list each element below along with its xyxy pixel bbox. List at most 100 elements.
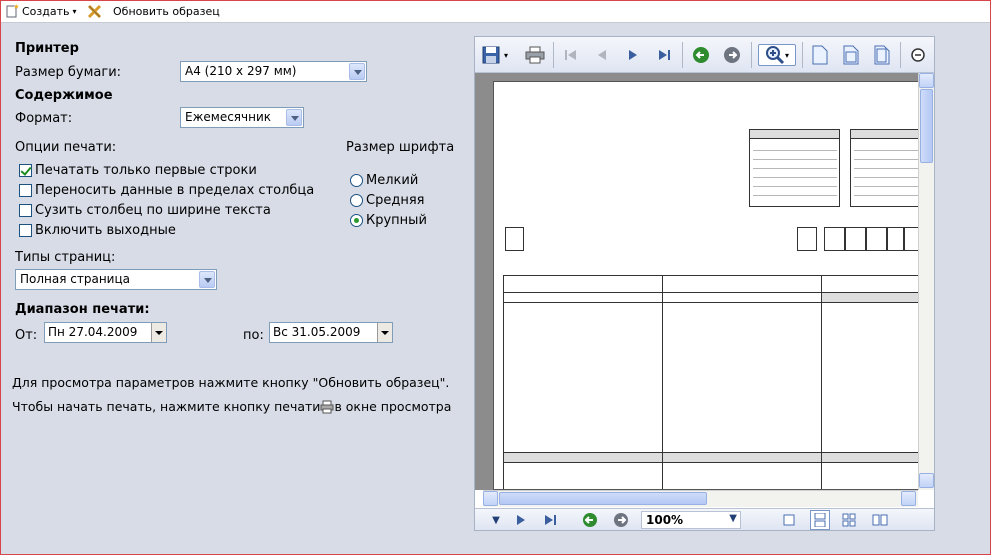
from-label: От: <box>15 328 38 343</box>
last-page-button[interactable] <box>653 44 675 66</box>
previous-page-button[interactable] <box>591 44 613 66</box>
printer-icon <box>320 400 334 413</box>
chevron-down-icon: ▾ <box>72 6 77 16</box>
content-heading: Содержимое <box>15 88 113 103</box>
horizontal-scroll-thumb[interactable] <box>499 492 707 505</box>
paper-size-value: А4 (210 x 297 мм) <box>185 64 297 78</box>
chevron-down-icon[interactable] <box>286 109 302 126</box>
first-page-icon <box>565 50 576 60</box>
format-select[interactable]: Ежемесячник <box>180 107 304 128</box>
font-size-label: Размер шрифта <box>346 140 455 155</box>
first-rows-checkbox[interactable] <box>19 164 32 177</box>
font-large-label: Крупный <box>366 213 427 228</box>
font-small-radio[interactable] <box>350 174 363 187</box>
zoom-level-select[interactable]: 100% ▼ <box>641 511 741 529</box>
mini-calendar-2 <box>850 129 919 207</box>
refresh-preview-button[interactable]: Обновить образец <box>87 4 220 19</box>
last-page-icon <box>659 50 670 60</box>
grid-header-cell <box>503 275 663 293</box>
forward-arrow-icon <box>724 47 740 63</box>
from-date-picker[interactable]: Пн 27.04.2009 <box>44 322 167 343</box>
save-menu-chevron[interactable]: ▾ <box>501 44 511 66</box>
create-button-label: Создать <box>22 4 70 18</box>
from-date-value: Пн 27.04.2009 <box>48 325 138 339</box>
chevron-down-icon: ▾ <box>503 50 508 60</box>
font-small-label: Мелкий <box>366 173 419 188</box>
hint-refresh: Для просмотра параметров нажмите кнопку … <box>12 375 450 390</box>
scroll-left-button[interactable] <box>483 491 498 506</box>
hint-print-part2: в окне просмотра <box>334 399 452 414</box>
preview-page <box>493 81 920 490</box>
whole-page-button[interactable] <box>871 44 893 66</box>
horizontal-scrollbar[interactable] <box>483 490 918 507</box>
paper-size-select[interactable]: А4 (210 x 297 мм) <box>180 61 367 82</box>
format-value: Ежемесячник <box>185 110 272 124</box>
page-width-button[interactable] <box>840 44 862 66</box>
first-page-button[interactable] <box>560 44 582 66</box>
chevron-down-icon: ▾ <box>784 50 789 60</box>
zoom-out-button[interactable] <box>907 44 929 66</box>
preview-canvas[interactable] <box>475 73 934 490</box>
zoom-button[interactable]: ▾ <box>758 44 796 66</box>
page-types-value: Полная страница <box>20 272 130 286</box>
next-page-icon <box>629 50 637 60</box>
printer-heading: Принтер <box>15 41 79 56</box>
next-page-button[interactable] <box>622 44 644 66</box>
minus-circle-icon <box>911 48 925 62</box>
format-label: Формат: <box>15 111 73 126</box>
forward-button[interactable] <box>721 44 743 66</box>
wrap-data-checkbox[interactable] <box>19 184 32 197</box>
shrink-column-checkbox[interactable] <box>19 204 32 217</box>
save-icon <box>482 46 500 64</box>
chevron-down-icon[interactable] <box>349 63 365 80</box>
zoom-in-icon <box>765 46 785 65</box>
back-button[interactable] <box>690 44 712 66</box>
bottom-next-button[interactable] <box>513 511 529 529</box>
scroll-down-button[interactable] <box>919 473 934 488</box>
mini-calendar-1 <box>749 129 840 207</box>
two-page-view-button[interactable] <box>871 511 889 529</box>
chevron-down-icon[interactable]: ▼ <box>729 513 737 524</box>
chevron-down-icon: ▼ <box>492 514 500 526</box>
print-button[interactable] <box>524 44 546 66</box>
zoom-level-value: 100% <box>646 513 684 527</box>
bottom-forward-button[interactable] <box>612 511 630 529</box>
multi-page-view-button[interactable] <box>840 511 858 529</box>
page-types-label: Типы страниц: <box>15 250 116 265</box>
bottom-back-button[interactable] <box>581 511 599 529</box>
forward-arrow-icon <box>614 513 628 527</box>
single-page-view-button[interactable] <box>780 511 798 529</box>
paper-size-label: Размер бумаги: <box>15 65 122 80</box>
scroll-up-button[interactable] <box>919 73 934 88</box>
hint-print: Чтобы начать печать, нажмите кнопку печа… <box>12 399 451 414</box>
font-medium-radio[interactable] <box>350 194 363 207</box>
bottom-last-button[interactable] <box>543 511 559 529</box>
page-menu-button[interactable]: ▼ <box>489 511 503 529</box>
to-date-picker[interactable]: Вс 31.05.2009 <box>269 322 393 343</box>
vertical-scrollbar[interactable] <box>918 73 934 490</box>
page-setup-button[interactable] <box>809 44 831 66</box>
back-arrow-icon <box>583 513 597 527</box>
continuous-page-icon <box>814 513 826 527</box>
preview-toolbar: ▾ ▾ <box>475 37 934 73</box>
shrink-column-label: Сузить столбец по ширине текста <box>35 203 271 218</box>
chevron-down-icon[interactable] <box>151 323 166 342</box>
chevron-down-icon[interactable] <box>199 271 215 288</box>
scroll-right-button[interactable] <box>901 491 916 506</box>
chevron-down-icon[interactable] <box>377 323 392 342</box>
new-document-icon <box>6 4 19 18</box>
next-page-icon <box>517 515 525 525</box>
previous-page-icon <box>598 50 606 60</box>
font-large-radio[interactable] <box>350 214 363 227</box>
vertical-scroll-thumb[interactable] <box>920 89 933 163</box>
continuous-view-button[interactable] <box>810 510 830 530</box>
preview-bottom-toolbar: ▼ 100% ▼ <box>475 508 934 530</box>
wrap-data-label: Переносить данные в пределах столбца <box>35 183 315 198</box>
save-button[interactable] <box>480 44 502 66</box>
include-weekends-checkbox[interactable] <box>19 224 32 237</box>
create-button[interactable]: Создать ▾ <box>5 4 77 18</box>
page-width-icon <box>843 45 859 65</box>
multi-page-icon <box>842 513 856 527</box>
page-types-select[interactable]: Полная страница <box>15 269 217 290</box>
to-label: по: <box>243 328 264 343</box>
